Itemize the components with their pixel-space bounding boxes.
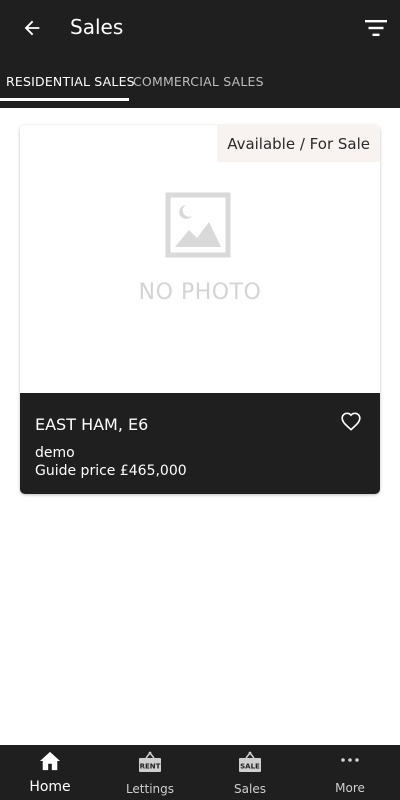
nav-lettings[interactable]: RENT Lettings [100,745,200,800]
app-bar: Sales RESIDENTIAL SALES COMMERCIAL SALES [0,0,400,108]
nav-more[interactable]: More [300,745,400,800]
property-card[interactable]: NO PHOTO Available / For Sale EAST HAM, … [20,125,380,494]
tab-commercial-sales[interactable]: COMMERCIAL SALES [133,74,264,89]
nav-home[interactable]: Home [0,745,100,800]
nav-sales[interactable]: SALE Sales [200,745,300,800]
image-placeholder-icon [165,192,231,258]
home-icon [40,751,60,771]
svg-text:SALE: SALE [240,763,260,771]
bottom-navigation: Home RENT Lettings SALE Sales More [0,745,400,800]
property-description: demo [35,445,75,461]
status-badge: Available / For Sale [217,125,380,162]
property-price: Guide price £465,000 [35,463,187,479]
nav-home-label: Home [29,779,71,795]
arrow-left-icon [24,20,40,36]
filter-icon [365,20,387,36]
no-photo-text: NO PHOTO [138,280,262,305]
tab-indicator [0,98,129,101]
sale-sign-icon: SALE [239,751,261,772]
filter-button[interactable] [362,14,390,42]
property-address: EAST HAM, E6 [35,415,149,434]
property-info: EAST HAM, E6 demo Guide price £465,000 [20,393,380,494]
favorite-button[interactable] [340,411,362,436]
tab-bar: RESIDENTIAL SALES COMMERCIAL SALES [0,62,400,102]
nav-sales-label: Sales [234,782,266,796]
more-dots-icon [341,758,359,762]
back-button[interactable] [18,14,46,42]
svg-text:RENT: RENT [140,763,161,771]
rent-sign-icon: RENT [139,751,161,772]
nav-more-label: More [335,781,365,795]
page-title: Sales [70,15,124,39]
nav-lettings-label: Lettings [125,782,175,796]
heart-outline-icon [341,412,361,431]
property-photo: NO PHOTO Available / For Sale [20,125,380,393]
tab-residential-sales[interactable]: RESIDENTIAL SALES [6,74,135,89]
